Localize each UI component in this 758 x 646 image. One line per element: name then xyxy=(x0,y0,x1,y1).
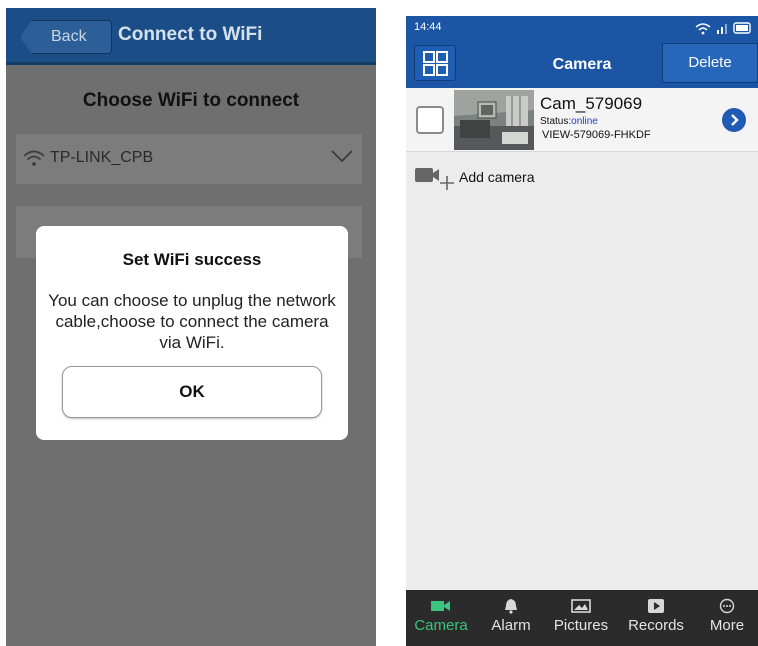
tab-label: Pictures xyxy=(553,617,609,634)
camera-checkbox[interactable] xyxy=(416,106,444,134)
add-camera-label: Add camera xyxy=(459,169,535,185)
camera-status-label: Status: xyxy=(540,116,572,127)
ok-button[interactable]: OK xyxy=(62,366,322,418)
tab-records[interactable]: Records xyxy=(616,590,696,646)
bell-icon xyxy=(505,599,517,614)
camera-list-screen: 14:44 Camera Delete Cam_579069 Status:on… xyxy=(406,16,758,646)
camera-detail-button[interactable] xyxy=(722,108,746,132)
record-play-icon xyxy=(648,599,664,613)
dialog-message: You can choose to unplug the network cab… xyxy=(48,291,336,352)
camera-name: Cam_579069 xyxy=(540,94,643,113)
picture-icon xyxy=(571,599,591,613)
camera-device-id: VIEW-579069-FHKDF xyxy=(542,129,651,141)
choose-wifi-heading: Choose WiFi to connect xyxy=(82,90,300,111)
wifi-network-select[interactable]: TP-LINK_CPB xyxy=(16,134,362,184)
status-time: 14:44 xyxy=(414,21,442,33)
camera-status: Status:online xyxy=(540,116,598,127)
connect-wifi-screen: Back Connect to WiFi Choose WiFi to conn… xyxy=(6,8,376,646)
add-camera-row[interactable]: Add camera xyxy=(406,154,758,194)
camera-thumbnail[interactable] xyxy=(454,90,534,150)
back-button[interactable]: Back xyxy=(20,20,112,54)
wifi-icon xyxy=(23,150,45,166)
chevron-right-icon xyxy=(731,114,739,126)
status-bar: 14:44 xyxy=(406,16,758,40)
tab-pictures[interactable]: Pictures xyxy=(546,590,616,646)
chevron-down-icon xyxy=(331,150,353,163)
nav-bar: Camera Delete xyxy=(406,40,758,88)
delete-button[interactable]: Delete xyxy=(662,43,758,83)
tab-label: Records xyxy=(628,617,684,634)
status-icons xyxy=(695,22,751,35)
camera-list-item[interactable]: Cam_579069 Status:online VIEW-579069-FHK… xyxy=(406,88,758,152)
video-camera-icon xyxy=(431,601,450,611)
tab-label: Alarm xyxy=(491,617,531,634)
tab-more[interactable]: More xyxy=(696,590,758,646)
bottom-tab-bar: Camera Alarm Pictures Records More xyxy=(406,590,758,646)
tab-label: More xyxy=(709,617,745,634)
screenshot-stage: Back Connect to WiFi Choose WiFi to conn… xyxy=(0,0,758,646)
more-dots-icon xyxy=(719,598,735,614)
dialog-title: Set WiFi success xyxy=(122,250,262,269)
wifi-network-name: TP-LINK_CPB xyxy=(50,149,154,166)
header-bar: Back Connect to WiFi xyxy=(6,8,376,65)
tab-label: Camera xyxy=(414,617,468,634)
page-title: Connect to WiFi xyxy=(118,24,263,45)
camera-snapshot-image xyxy=(454,90,534,150)
wifi-success-dialog: Set WiFi success You can choose to unplu… xyxy=(36,226,348,440)
tab-camera[interactable]: Camera xyxy=(406,590,476,646)
camera-status-value: online xyxy=(571,116,598,127)
tab-alarm[interactable]: Alarm xyxy=(476,590,546,646)
add-camera-icon xyxy=(415,168,454,190)
